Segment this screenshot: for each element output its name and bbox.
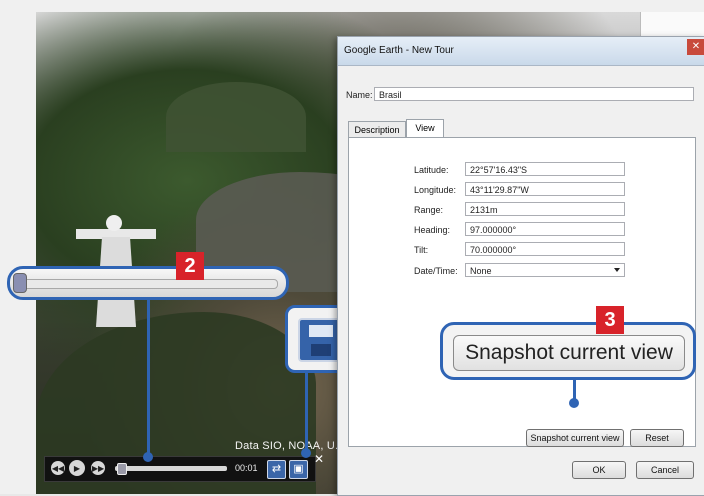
longitude-label: Longitude: [414, 185, 457, 195]
save-tour-icon[interactable]: ▣ [289, 460, 308, 479]
heading-field[interactable]: 97.000000° [465, 222, 625, 236]
zoomed-slider-track [22, 279, 278, 289]
dialog-titlebar: Google Earth - New Tour ✕ [338, 37, 704, 66]
chevron-down-icon [614, 268, 620, 272]
callout-dot-2 [143, 452, 153, 462]
fast-forward-icon[interactable]: ▶▶ [91, 461, 105, 475]
repeat-icon[interactable]: ⇄ [267, 460, 286, 479]
reset-button[interactable]: Reset [630, 429, 684, 447]
mountain-terrain [166, 82, 306, 152]
tour-progress-slider[interactable] [115, 463, 227, 475]
longitude-field[interactable]: 43°11'29.87"W [465, 182, 625, 196]
name-label: Name: [346, 90, 373, 100]
callout-dot-3 [569, 398, 579, 408]
new-tour-dialog: Google Earth - New Tour ✕ Name: Brasil D… [337, 36, 704, 496]
datetime-label: Date/Time: [414, 266, 458, 276]
callout-badge-3: 3 [596, 306, 624, 334]
ok-button[interactable]: OK [572, 461, 626, 479]
background-window-edge [640, 12, 704, 36]
latitude-field[interactable]: 22°57'16.43"S [465, 162, 625, 176]
rewind-icon[interactable]: ◀◀ [51, 461, 65, 475]
datetime-select[interactable]: None [465, 263, 625, 277]
name-input[interactable]: Brasil [374, 87, 694, 101]
screenshot-frame: Data SIO, NOAA, U.S ◀◀ ▶ ▶▶ 00:01 ⇄ ▣ ✕ … [0, 0, 704, 496]
cancel-button[interactable]: Cancel [636, 461, 694, 479]
datetime-value: None [470, 266, 492, 276]
heading-label: Heading: [414, 225, 451, 235]
snapshot-current-view-button[interactable]: Snapshot current view [526, 429, 624, 447]
dialog-title: Google Earth - New Tour [344, 45, 454, 56]
map-attribution: Data SIO, NOAA, U.S [235, 440, 346, 452]
zoomed-snapshot-label: Snapshot current view [453, 335, 685, 371]
range-field[interactable]: 2131m [465, 202, 625, 216]
callout-badge-2: 2 [176, 252, 204, 280]
tilt-field[interactable]: 70.000000° [465, 242, 625, 256]
callout-line-2 [147, 300, 150, 458]
latitude-label: Latitude: [414, 165, 449, 175]
tour-time: 00:01 [235, 463, 258, 473]
tilt-label: Tilt: [414, 245, 429, 255]
zoomed-progress-slider [7, 266, 289, 300]
close-icon[interactable]: ✕ [687, 39, 704, 55]
callout-line-1 [305, 373, 308, 453]
range-label: Range: [414, 205, 444, 215]
tour-progress-thumb[interactable] [117, 463, 128, 475]
tab-view[interactable]: View [406, 119, 444, 139]
zoomed-snapshot-button: Snapshot current view [440, 322, 696, 380]
callout-dot-1 [301, 448, 311, 458]
close-player-icon[interactable]: ✕ [314, 452, 324, 466]
zoomed-slider-thumb [13, 273, 27, 293]
play-icon[interactable]: ▶ [69, 460, 85, 476]
tour-player-bar: ◀◀ ▶ ▶▶ 00:01 ⇄ ▣ [44, 456, 316, 482]
